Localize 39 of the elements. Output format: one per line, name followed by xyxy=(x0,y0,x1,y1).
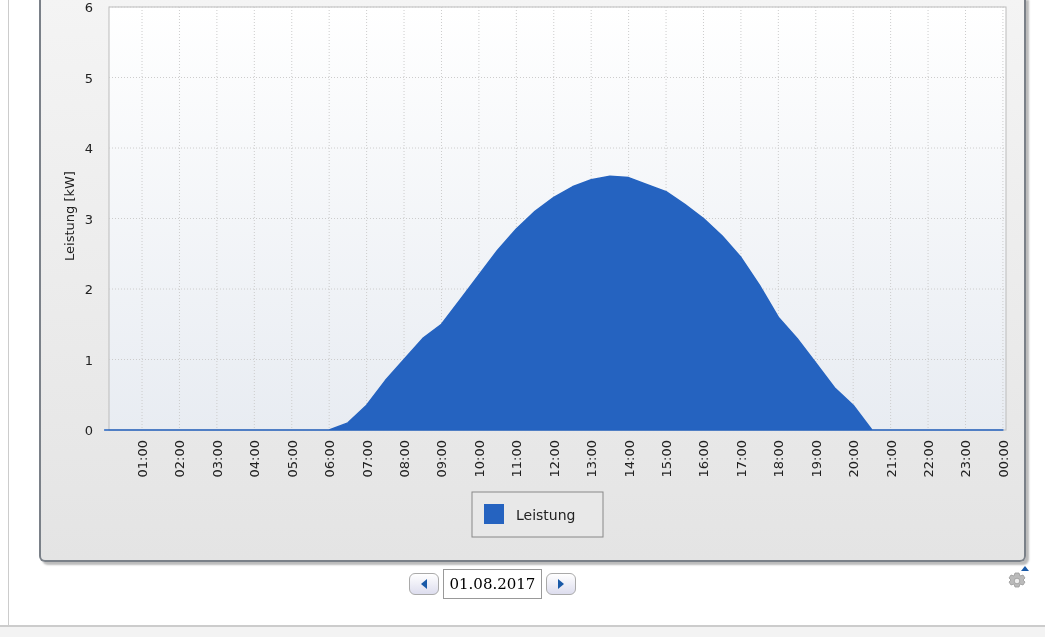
x-tick-label: 12:00 xyxy=(546,440,562,478)
x-tick-label: 05:00 xyxy=(284,440,300,478)
x-tick-label: 00:00 xyxy=(995,440,1011,478)
date-field[interactable]: 01.08.2017 xyxy=(442,569,542,599)
x-tick-label: 11:00 xyxy=(509,440,525,478)
x-tick-label: 22:00 xyxy=(921,440,937,478)
x-tick-label: 13:00 xyxy=(584,440,600,478)
x-tick-label: 17:00 xyxy=(733,440,749,478)
left-triangle-icon xyxy=(419,579,428,589)
legend-swatch xyxy=(484,504,504,524)
right-triangle-icon xyxy=(556,579,565,589)
x-tick-label: 23:00 xyxy=(958,440,974,478)
x-tick-label: 06:00 xyxy=(322,440,338,478)
x-tick-label: 19:00 xyxy=(808,440,824,478)
previous-button[interactable] xyxy=(408,573,439,595)
x-tick-label: 09:00 xyxy=(434,440,450,478)
y-tick-label: 3 xyxy=(84,211,93,227)
x-tick-label: 02:00 xyxy=(172,440,188,478)
x-tick-label: 21:00 xyxy=(883,440,899,478)
y-tick-label: 5 xyxy=(84,70,93,86)
x-tick-label: 01:00 xyxy=(135,440,151,478)
x-tick-label: 20:00 xyxy=(846,440,862,478)
next-button[interactable] xyxy=(545,573,576,595)
y-tick-label: 1 xyxy=(84,352,93,368)
legend-label: Leistung xyxy=(516,507,576,523)
y-tick-label: 0 xyxy=(84,423,93,438)
x-tick-label: 15:00 xyxy=(659,440,675,478)
y-tick-label: 2 xyxy=(84,282,93,297)
x-tick-label: 08:00 xyxy=(397,440,413,478)
y-axis-title: Leistung [kW] xyxy=(62,171,77,261)
x-tick-label: 04:00 xyxy=(247,440,263,478)
x-tick-label: 14:00 xyxy=(621,440,637,478)
y-tick-label: 4 xyxy=(84,141,93,156)
y-tick-label: 6 xyxy=(84,0,93,15)
x-tick-label: 10:00 xyxy=(471,440,487,478)
x-tick-label: 18:00 xyxy=(771,440,787,478)
x-tick-label: 03:00 xyxy=(209,440,225,478)
x-tick-label: 07:00 xyxy=(359,440,375,478)
x-tick-label: 16:00 xyxy=(696,440,712,478)
